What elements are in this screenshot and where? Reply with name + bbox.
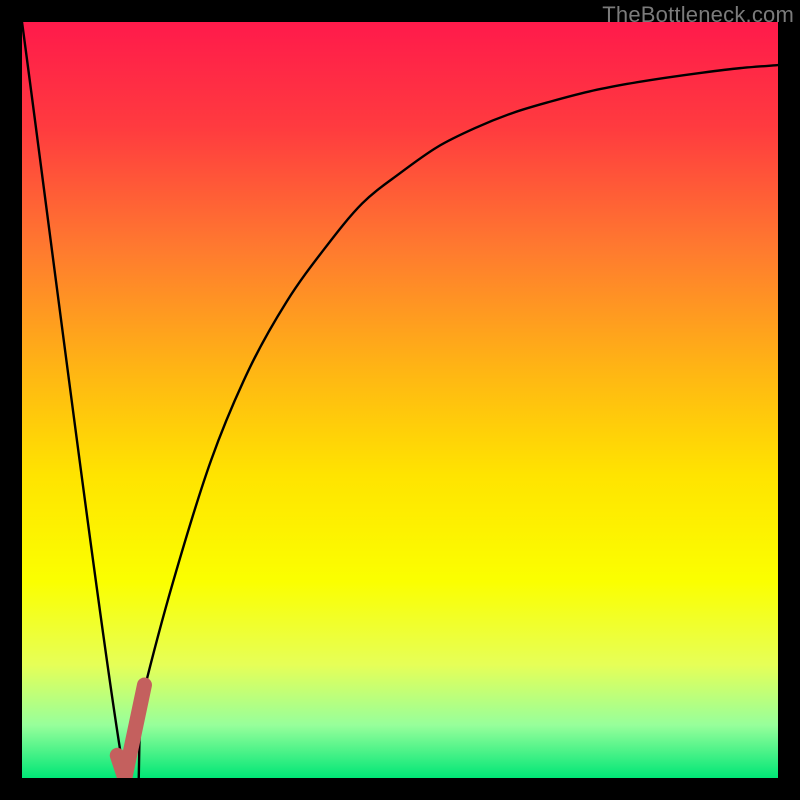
chart-frame: TheBottleneck.com — [0, 0, 800, 800]
chart-svg — [22, 22, 778, 778]
plot-area — [22, 22, 778, 778]
gradient-background — [22, 22, 778, 778]
